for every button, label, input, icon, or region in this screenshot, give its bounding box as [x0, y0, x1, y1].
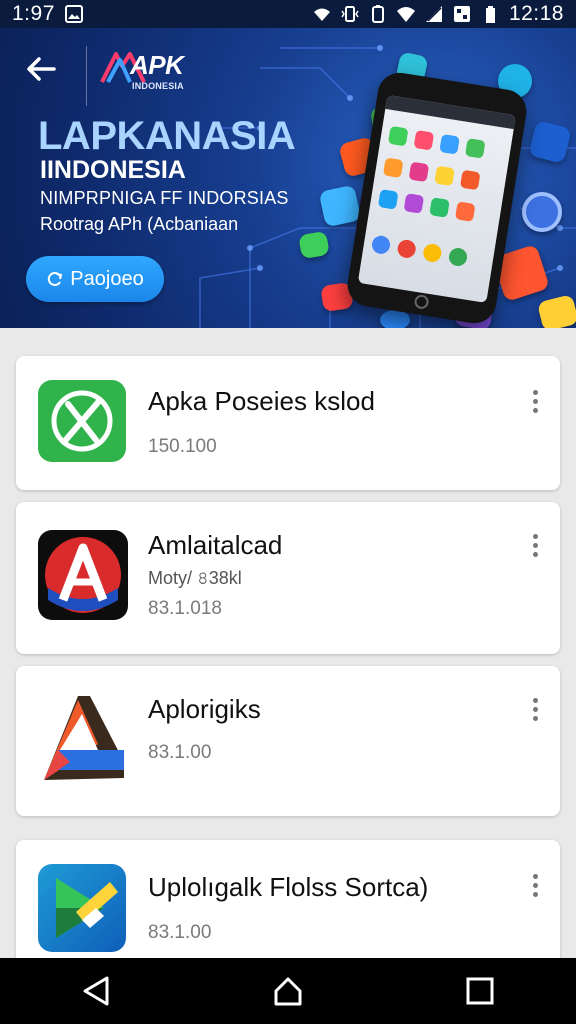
home-icon [274, 977, 302, 1006]
logo-text: APK [130, 50, 184, 80]
battery-icon [485, 6, 495, 23]
banner-description: Rootrag APh (Acbaniaan [40, 214, 239, 234]
status-bar-right: 12:18 [313, 2, 564, 26]
app-price: 83.1.00 [148, 742, 212, 763]
phone-home-button [413, 293, 430, 310]
phone-app-icon [464, 138, 486, 159]
phone-app-icon [422, 242, 443, 264]
more-options-icon[interactable] [528, 390, 542, 416]
recents-icon [466, 977, 494, 1005]
status-bar: 1:97 12:18 [0, 0, 576, 28]
phone-app-icon [396, 238, 417, 260]
app-name: Uplolıgalk Flolss Sortca) [148, 872, 429, 902]
red-a-app-icon[interactable] [38, 530, 128, 620]
app-name: Apka Poseies kslod [148, 386, 375, 416]
app-developer: Moty/ ৪38kl [148, 568, 242, 588]
banner-tagline: NIMPRPNIGA FF INDORSIAS [40, 188, 289, 208]
blue-play-app-icon[interactable] [38, 864, 126, 952]
header-divider [86, 46, 87, 106]
nfc-icon [453, 6, 470, 22]
signal-icon [425, 6, 442, 22]
app-price: 150.100 [148, 436, 217, 457]
more-options-icon[interactable] [528, 534, 542, 560]
refresh-icon [48, 272, 63, 286]
brand-logo: APK INDONESIA [100, 48, 210, 106]
banner-headline: LAPKANASIA [38, 114, 296, 158]
back-arrow-icon[interactable] [24, 52, 58, 86]
phone-app-icon [434, 165, 455, 187]
promo-banner[interactable]: APK INDONESIA LAPKANASIA IINDONESIA NIMP… [0, 28, 576, 328]
banner-cta-button[interactable]: Paojoeo [26, 256, 164, 302]
nav-back-button[interactable] [76, 971, 116, 1011]
vibrate-icon [341, 6, 359, 22]
floating-app-icon [522, 192, 562, 232]
nav-home-button[interactable] [268, 971, 308, 1011]
phone-app-icon [382, 157, 404, 179]
phone-app-icon [454, 201, 476, 222]
a-glyph-icon [45, 537, 121, 613]
app-name: Aplorigiks [148, 694, 261, 724]
play-glyph-icon [56, 878, 118, 938]
system-nav-bar [0, 958, 576, 1024]
location-wifi-icon [313, 8, 330, 21]
phone-app-icon [408, 161, 430, 183]
banner-cta-label: Paojoeo [70, 267, 144, 290]
orange-a-app-icon[interactable] [38, 692, 128, 782]
phone-app-icon [403, 193, 425, 214]
phone-app-icon [459, 169, 481, 191]
x-glyph-icon [51, 390, 113, 452]
phone-screen [357, 94, 516, 303]
floating-app-icon [380, 310, 410, 328]
phone-app-icon [447, 246, 469, 268]
clock-right: 12:18 [508, 2, 564, 25]
phone-app-icon [370, 234, 392, 256]
clock-left: 1:97 [12, 2, 55, 25]
a-arrow-glyph-icon [44, 696, 124, 780]
app-card[interactable]: Apka Poseies kslod 150.100 [16, 356, 560, 490]
logo-subtext: INDONESIA [132, 81, 184, 91]
phone-app-icon [387, 125, 409, 147]
green-x-app-icon[interactable] [38, 380, 126, 462]
phone-app-icon [413, 129, 435, 151]
more-options-icon[interactable] [528, 874, 542, 900]
phone-screen-bar [385, 94, 516, 130]
app-price: 83.1.018 [148, 598, 222, 619]
app-price: 83.1.00 [148, 922, 212, 943]
app-name: Amlaitalcad [148, 530, 283, 560]
nav-recents-button[interactable] [460, 971, 500, 1011]
status-bar-left: 1:97 [12, 2, 83, 26]
app-card[interactable]: Amlaitalcad Moty/ ৪38kl 83.1.018 [16, 502, 560, 654]
gallery-icon [64, 5, 83, 23]
screen: 1:97 12:18 APK INDONESIA LAPKANASIA IIND… [0, 0, 576, 1024]
phone-app-icon [429, 197, 450, 218]
phone-app-icon [377, 189, 399, 210]
app-card[interactable]: Aplorigiks 83.1.00 [16, 666, 560, 816]
back-icon [83, 976, 109, 1006]
wifi-icon [396, 7, 415, 22]
phone-app-icon [439, 134, 460, 155]
battery-saver-icon [371, 5, 384, 23]
banner-subheadline: IINDONESIA [40, 156, 186, 184]
more-options-icon[interactable] [528, 698, 542, 724]
